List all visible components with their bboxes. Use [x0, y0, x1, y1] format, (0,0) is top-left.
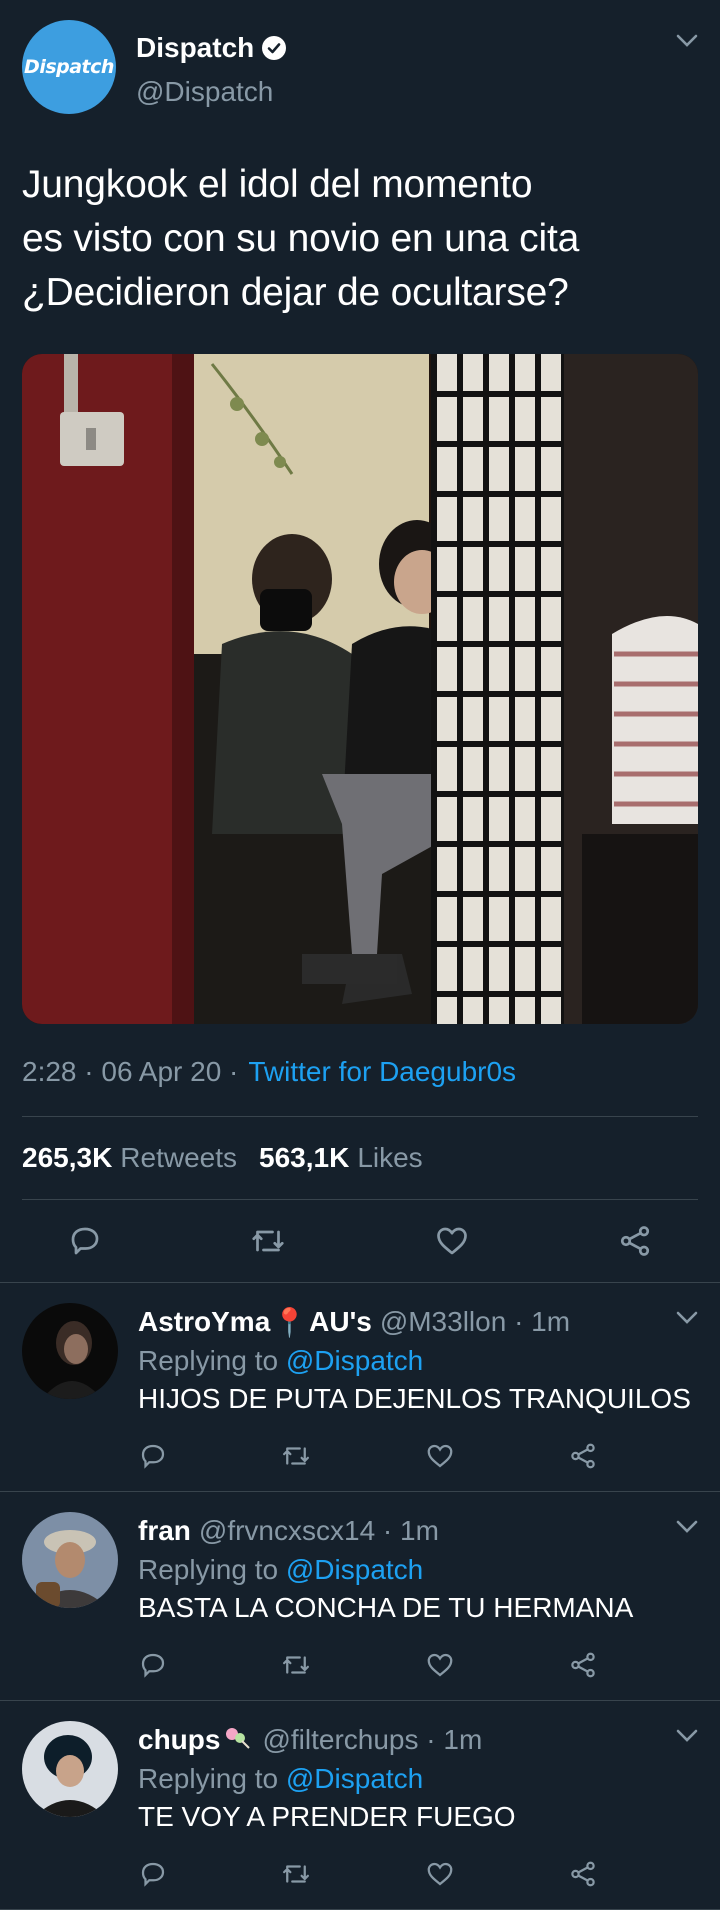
likes-label[interactable]: Likes — [357, 1142, 422, 1174]
reply-handle-time: @M33llon · 1m — [379, 1306, 571, 1337]
reply-display-name[interactable]: fran — [138, 1515, 191, 1547]
reply-header: AstroYma 📍 AU's @M33llon · 1m — [138, 1303, 698, 1341]
tweet-actions — [22, 1200, 698, 1282]
replying-to: Replying to @Dispatch — [138, 1763, 698, 1795]
main-tweet: Dispatch Dispatch @Dispatch Jungkook el … — [0, 0, 720, 1282]
verified-badge-icon — [262, 36, 287, 60]
reply-icon[interactable] — [138, 1859, 168, 1889]
chevron-down-icon[interactable] — [676, 1311, 698, 1325]
tweet-text: Jungkook el idol del momento es visto co… — [22, 158, 698, 320]
reply-text: BASTA LA CONCHA DE TU HERMANA — [138, 1592, 634, 1623]
retweet-icon[interactable] — [281, 1859, 311, 1889]
reply-handle-time: @frvncxscx14 · 1m — [198, 1515, 439, 1546]
reply-actions — [138, 1650, 598, 1680]
tweet-header: Dispatch Dispatch @Dispatch — [22, 20, 698, 120]
retweet-icon[interactable] — [281, 1650, 311, 1680]
reply-display-name-suffix[interactable]: AU's — [309, 1306, 372, 1338]
reply-header: chups @filterchups · 1m — [138, 1721, 698, 1759]
replying-to-label: Replying to — [138, 1554, 279, 1585]
like-heart-icon[interactable] — [425, 1650, 455, 1680]
avatar[interactable] — [22, 1721, 118, 1817]
reply-tweet[interactable]: AstroYma 📍 AU's @M33llon · 1m Replying t… — [0, 1283, 720, 1491]
display-name[interactable]: Dispatch — [136, 32, 254, 64]
avatar-logo-text: Dispatch — [24, 56, 114, 78]
chevron-down-icon[interactable] — [676, 1729, 698, 1743]
retweet-icon[interactable] — [250, 1223, 286, 1259]
tweet-meta: 2:28 · 06 Apr 20 · Twitter for Daegubr0s — [22, 1050, 698, 1094]
like-heart-icon[interactable] — [434, 1223, 470, 1259]
reply-display-name[interactable]: AstroYma — [138, 1306, 270, 1338]
like-heart-icon[interactable] — [425, 1859, 455, 1889]
tweet-text-line: es visto con su novio en una cita — [22, 217, 580, 260]
replying-to-label: Replying to — [138, 1763, 279, 1794]
share-icon[interactable] — [568, 1441, 598, 1471]
avatar[interactable] — [22, 1303, 118, 1399]
meta-separator: · — [76, 1056, 102, 1087]
likes-count[interactable]: 563,1K — [259, 1142, 349, 1174]
like-heart-icon[interactable] — [425, 1441, 455, 1471]
tweet-text-line: Jungkook el idol del momento — [22, 163, 533, 206]
retweets-label[interactable]: Retweets — [120, 1142, 237, 1174]
tweet-source-link[interactable]: Twitter for Daegubr0s — [248, 1056, 516, 1088]
candy-emoji-icon — [222, 1724, 252, 1757]
reply-icon[interactable] — [138, 1650, 168, 1680]
share-icon[interactable] — [617, 1223, 653, 1259]
tweet-photo[interactable] — [22, 354, 698, 1024]
photo-illustration — [22, 354, 698, 1024]
author-handle[interactable]: @Dispatch — [136, 76, 286, 108]
chevron-down-icon[interactable] — [676, 1520, 698, 1534]
replying-to-link[interactable]: @Dispatch — [286, 1345, 423, 1376]
tweet-time: 2:28 — [22, 1056, 77, 1087]
replying-to-label: Replying to — [138, 1345, 279, 1376]
avatar[interactable] — [22, 1512, 118, 1608]
replying-to-link[interactable]: @Dispatch — [286, 1763, 423, 1794]
tweet-stats: 265,3K Retweets 563,1K Likes — [22, 1117, 698, 1199]
replying-to: Replying to @Dispatch — [138, 1345, 698, 1377]
reply-actions — [138, 1859, 598, 1889]
replying-to: Replying to @Dispatch — [138, 1554, 698, 1586]
chevron-down-icon[interactable] — [676, 34, 698, 48]
reply-text: HIJOS DE PUTA DEJENLOS TRANQUILOS — [138, 1383, 691, 1414]
reply-header: fran @frvncxscx14 · 1m — [138, 1512, 698, 1550]
reply-tweet[interactable]: chups @filterchups · 1m Replying to @Dis… — [0, 1701, 720, 1909]
replying-to-link[interactable]: @Dispatch — [286, 1554, 423, 1585]
author-info: Dispatch @Dispatch — [136, 32, 287, 108]
reply-tweet[interactable]: fran @frvncxscx14 · 1m Replying to @Disp… — [0, 1492, 720, 1700]
tweet-date: 06 Apr 20 — [101, 1056, 222, 1087]
reply-handle-time: @filterchups · 1m — [262, 1724, 483, 1755]
reply-icon[interactable] — [138, 1441, 168, 1471]
reply-display-name[interactable]: chups — [138, 1724, 220, 1756]
reply-actions — [138, 1441, 598, 1471]
reply-text: TE VOY A PRENDER FUEGO — [138, 1801, 516, 1832]
meta-separator: · — [221, 1056, 239, 1087]
reply-icon[interactable] — [67, 1223, 103, 1259]
retweet-icon[interactable] — [281, 1441, 311, 1471]
tweet-text-line: ¿Decidieron dejar de ocultarse? — [22, 271, 569, 314]
share-icon[interactable] — [568, 1859, 598, 1889]
pin-icon: 📍 — [272, 1306, 308, 1338]
retweets-count[interactable]: 265,3K — [22, 1142, 112, 1174]
dispatch-avatar[interactable]: Dispatch — [22, 20, 116, 114]
name-row: Dispatch — [136, 32, 287, 64]
share-icon[interactable] — [568, 1650, 598, 1680]
